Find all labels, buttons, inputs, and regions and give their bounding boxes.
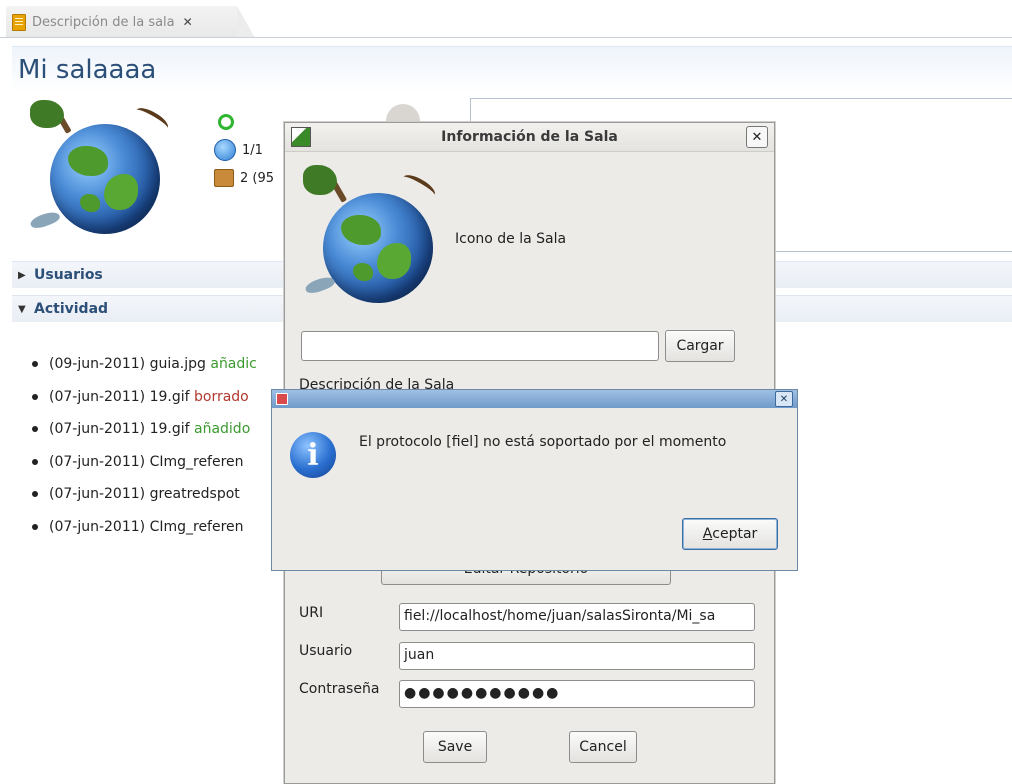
users-count: 1/1	[242, 142, 263, 158]
section-activity-label: Actividad	[34, 301, 109, 317]
activity-file: CImg_referen	[149, 518, 244, 535]
activity-date: (07-jun-2011)	[49, 486, 146, 503]
accept-mnemonic: A	[702, 526, 713, 542]
room-header: Mi salaaaa	[12, 46, 1012, 93]
dialog-close-button[interactable]: ✕	[746, 126, 768, 148]
activity-date: (07-jun-2011)	[49, 518, 146, 535]
dialog-title: Información de la Sala	[441, 129, 618, 145]
activity-file: 19.gif	[149, 421, 190, 438]
activity-list: (09-jun-2011) guia.jpg añadic (07-jun-20…	[32, 348, 257, 543]
online-status-icon	[218, 114, 234, 130]
app-icon	[276, 393, 288, 405]
activity-file: CImg_referen	[149, 453, 244, 470]
users-icon	[214, 139, 236, 161]
app-icon	[291, 127, 311, 147]
accept-label: ceptar	[712, 526, 758, 542]
list-item: (07-jun-2011) CImg_referen	[32, 446, 257, 479]
icon-path-input[interactable]	[301, 331, 659, 361]
document-icon	[12, 13, 26, 31]
list-item: (07-jun-2011) greatredspot	[32, 478, 257, 511]
tab-room-description[interactable]: Descripción de la sala ✕	[6, 6, 255, 38]
collapse-arrow-icon: ▼	[18, 303, 26, 315]
activity-action: añadic	[210, 356, 257, 373]
room-globe-icon	[26, 98, 176, 234]
activity-file: greatredspot	[149, 486, 240, 503]
activity-date: (07-jun-2011)	[49, 388, 146, 405]
room-status: 1/1 2 (95	[214, 108, 274, 192]
activity-file: 19.gif	[149, 388, 190, 405]
info-message-dialog: ✕ i El protocolo [fiel] no está soportad…	[271, 389, 798, 571]
list-item: (07-jun-2011) CImg_referen	[32, 511, 257, 544]
load-button[interactable]: Cargar	[665, 330, 735, 362]
message-text: El protocolo [fiel] no está soportado po…	[359, 434, 727, 450]
list-item: (07-jun-2011) 19.gif añadido	[32, 413, 257, 446]
tab-close-icon[interactable]: ✕	[183, 15, 193, 29]
save-button[interactable]: Save	[423, 731, 487, 763]
uri-field[interactable]: fiel://localhost/home/juan/salasSironta/…	[399, 603, 755, 631]
user-field[interactable]: juan	[399, 642, 755, 670]
activity-date: (07-jun-2011)	[49, 421, 146, 438]
password-field[interactable]: ●●●●●●●●●●●	[399, 680, 755, 708]
activity-action: añadido	[194, 421, 251, 438]
message-titlebar[interactable]: ✕	[272, 390, 797, 408]
tab-strip-divider	[0, 37, 1012, 38]
list-item: (07-jun-2011) 19.gif borrado	[32, 381, 257, 414]
room-icon-preview	[301, 163, 451, 303]
files-info: 2 (95	[240, 170, 275, 186]
accept-button[interactable]: Aceptar	[682, 518, 778, 550]
editor-tab-strip: Descripción de la sala ✕	[0, 0, 1012, 38]
password-label: Contraseña	[299, 681, 380, 697]
cancel-button[interactable]: Cancel	[569, 731, 637, 763]
page-title: Mi salaaaa	[18, 55, 157, 85]
expand-arrow-icon: ▶	[18, 269, 26, 281]
dialog-titlebar[interactable]: Información de la Sala ✕	[285, 123, 774, 152]
tab-label: Descripción de la sala	[32, 14, 175, 30]
info-icon: i	[290, 432, 336, 478]
activity-date: (07-jun-2011)	[49, 453, 146, 470]
uri-label: URI	[299, 605, 324, 621]
user-label: Usuario	[299, 643, 353, 659]
files-box-icon	[214, 169, 234, 187]
section-users-label: Usuarios	[34, 267, 103, 283]
activity-action: borrado	[194, 388, 249, 405]
icon-label: Icono de la Sala	[455, 231, 567, 247]
activity-file: guia.jpg	[149, 356, 206, 373]
message-close-button[interactable]: ✕	[775, 391, 793, 407]
list-item: (09-jun-2011) guia.jpg añadic	[32, 348, 257, 381]
activity-date: (09-jun-2011)	[49, 356, 146, 373]
